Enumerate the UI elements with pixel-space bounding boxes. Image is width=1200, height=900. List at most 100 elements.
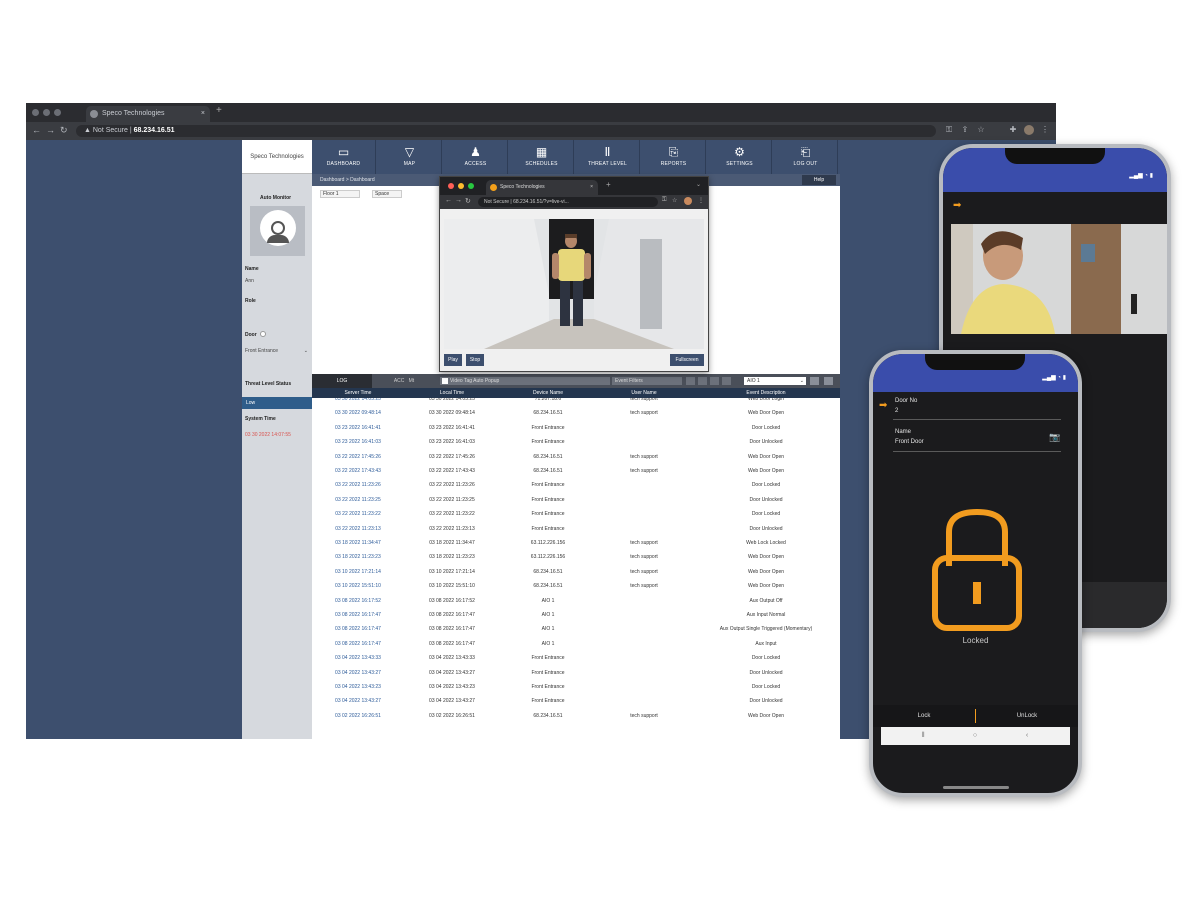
table-row[interactable]: 03 08 2022 16:17:47 03 08 2022 16:17:47 AI…	[312, 622, 840, 636]
nav-threat-level[interactable]: Ⅱ THREAT LEVEL	[576, 140, 640, 174]
table-row[interactable]: 03 08 2022 16:17:47 03 08 2022 16:17:47 AI…	[312, 608, 840, 622]
table-row[interactable]: 03 22 2022 17:45:26 03 22 2022 17:45:26 68…	[312, 450, 840, 464]
popup-url-field[interactable]: Not Secure | 68.234.16.51/?v=live-vi...	[478, 197, 658, 207]
url-field[interactable]: ▲ Not Secure | 68.234.16.51	[76, 125, 936, 137]
popup-profile-avatar[interactable]	[684, 197, 692, 205]
table-row[interactable]: 03 10 2022 17:21:14 03 10 2022 17:21:14 68…	[312, 565, 840, 579]
home-indicator[interactable]	[943, 786, 1009, 789]
popup-back-icon[interactable]: ←	[445, 197, 452, 204]
tab-close-icon[interactable]: ×	[201, 106, 205, 122]
table-row[interactable]: 03 22 2022 11:23:25 03 22 2022 11:23:25 Fr…	[312, 493, 840, 507]
fullscreen-button[interactable]: Fullscreen	[670, 354, 704, 366]
back-icon[interactable]: ‹	[1017, 727, 1037, 745]
table-row[interactable]: 03 04 2022 13:43:23 03 04 2022 13:43:23 Fr…	[312, 680, 840, 694]
popup-star-icon[interactable]: ☆	[672, 197, 677, 204]
popup-close-dot[interactable]	[448, 183, 454, 189]
popup-key-icon[interactable]: ⚿	[662, 197, 667, 204]
popup-tab[interactable]: Speco Technologies ×	[486, 180, 598, 195]
popup-forward-icon[interactable]: →	[455, 197, 462, 204]
star-icon[interactable]: ☆	[976, 125, 986, 135]
stop-button[interactable]: Stop	[466, 354, 484, 366]
phone-front-back-arrow-icon[interactable]: ➡	[879, 400, 887, 411]
export-button[interactable]	[810, 377, 819, 385]
phone-back-video-feed[interactable]	[951, 224, 1167, 334]
nav-settings[interactable]: ⚙ SETTINGS	[708, 140, 772, 174]
floor-select[interactable]: Floor 1	[320, 190, 360, 198]
column-header[interactable]: Device Name	[500, 388, 596, 398]
table-row[interactable]: 03 10 2022 15:51:10 03 10 2022 15:51:10 68…	[312, 579, 840, 593]
log-table-body[interactable]: 03 30 2022 14:05:25 03 30 2022 14:05:25 71…	[312, 398, 840, 739]
popup-chevron-down-icon[interactable]: ⌄	[696, 181, 701, 188]
play-button[interactable]: Play	[444, 354, 462, 366]
column-header[interactable]: User Name	[596, 388, 692, 398]
column-header[interactable]: Server Time	[312, 388, 404, 398]
table-row[interactable]: 03 23 2022 16:41:41 03 23 2022 16:41:41 Fr…	[312, 421, 840, 435]
table-row[interactable]: 03 08 2022 16:17:52 03 08 2022 16:17:52 AI…	[312, 594, 840, 608]
filter-button-3[interactable]	[710, 377, 719, 385]
table-row[interactable]: 03 22 2022 17:43:43 03 22 2022 17:43:43 68…	[312, 464, 840, 478]
lock-button[interactable]: Lock	[873, 705, 975, 727]
key-icon[interactable]: ⚿	[944, 125, 954, 135]
padlock-locked-icon[interactable]	[929, 506, 1025, 632]
filter-button-4[interactable]	[722, 377, 731, 385]
popup-minimize-dot[interactable]	[458, 183, 464, 189]
back-icon[interactable]: ←	[32, 125, 41, 135]
filter-button-1[interactable]	[686, 377, 695, 385]
space-select[interactable]: Space	[372, 190, 402, 198]
video-popup-checkbox[interactable]: Video Tag Auto Popup	[440, 377, 610, 385]
help-button[interactable]: Help	[802, 175, 836, 185]
table-row[interactable]: 03 22 2022 11:23:13 03 22 2022 11:23:13 Fr…	[312, 522, 840, 536]
extensions-icon[interactable]: ✚	[1008, 125, 1018, 135]
filter-button-2[interactable]	[698, 377, 707, 385]
browser-tab[interactable]: Speco Technologies ×	[86, 106, 210, 122]
column-header[interactable]: Event Description	[692, 388, 840, 398]
nav-access[interactable]: ♟ ACCESS	[444, 140, 508, 174]
access-icon: ♟	[470, 145, 481, 159]
reload-icon[interactable]: ↻	[60, 125, 68, 136]
table-row[interactable]: 03 04 2022 13:43:27 03 04 2022 13:43:27 Fr…	[312, 666, 840, 680]
nav-schedules[interactable]: ▦ SCHEDULES	[510, 140, 574, 174]
popup-new-tab-icon[interactable]: +	[606, 180, 611, 189]
phone-back-back-arrow-icon[interactable]: ➡	[953, 200, 961, 211]
table-row[interactable]: 03 30 2022 09:48:14 03 30 2022 09:48:14 68…	[312, 406, 840, 420]
window-minimize-dot[interactable]	[43, 109, 50, 116]
live-video-feed[interactable]	[444, 219, 704, 349]
settings-button[interactable]	[824, 377, 833, 385]
popup-maximize-dot[interactable]	[468, 183, 474, 189]
door-toggle[interactable]	[260, 331, 266, 337]
table-row[interactable]: 03 18 2022 11:23:23 03 18 2022 11:23:23 63…	[312, 550, 840, 564]
tab-log[interactable]: LOG	[312, 374, 372, 388]
camera-icon[interactable]: 📷	[1049, 432, 1060, 443]
table-row[interactable]: 03 22 2022 11:23:22 03 22 2022 11:23:22 Fr…	[312, 507, 840, 521]
table-row[interactable]: 03 30 2022 14:05:25 03 30 2022 14:05:25 71…	[312, 398, 840, 406]
column-header[interactable]: Local Time	[404, 388, 500, 398]
door-select[interactable]: Front Entrance ⌄	[245, 348, 311, 354]
table-row[interactable]: 03 08 2022 16:17:47 03 08 2022 16:17:47 AI…	[312, 637, 840, 651]
profile-avatar[interactable]	[1024, 125, 1034, 135]
share-icon[interactable]: ⇪	[960, 125, 970, 135]
table-row[interactable]: 03 02 2022 16:26:51 03 02 2022 16:26:51 68…	[312, 709, 840, 723]
popup-tab-close-icon[interactable]: ×	[590, 180, 593, 195]
window-maximize-dot[interactable]	[54, 109, 61, 116]
table-row[interactable]: 03 22 2022 11:23:26 03 22 2022 11:23:26 Fr…	[312, 478, 840, 492]
device-select[interactable]: AIO 1 ⌄	[744, 377, 806, 385]
table-row[interactable]: 03 04 2022 13:43:27 03 04 2022 13:43:27 Fr…	[312, 694, 840, 708]
forward-icon[interactable]: →	[46, 125, 55, 135]
unlock-button[interactable]: UnLock	[976, 705, 1078, 727]
table-row[interactable]: 03 18 2022 11:34:47 03 18 2022 11:34:47 63…	[312, 536, 840, 550]
recent-apps-icon[interactable]: ⦀	[913, 727, 933, 745]
nav-reports[interactable]: ⎘ REPORTS	[642, 140, 706, 174]
new-tab-button[interactable]: +	[216, 105, 222, 116]
table-row[interactable]: 03 23 2022 16:41:03 03 23 2022 16:41:03 Fr…	[312, 435, 840, 449]
menu-kebab-icon[interactable]: ⋮	[1040, 125, 1050, 135]
table-row[interactable]: 03 04 2022 13:43:33 03 04 2022 13:43:33 Fr…	[312, 651, 840, 665]
nav-dashboard[interactable]: ▭ DASHBOARD	[312, 140, 376, 174]
popup-reload-icon[interactable]: ↻	[465, 197, 471, 205]
tab-access[interactable]: ACC Mt	[374, 374, 434, 388]
home-icon[interactable]: ○	[965, 727, 985, 745]
nav-map[interactable]: ▽ MAP	[378, 140, 442, 174]
popup-menu-kebab-icon[interactable]: ⋮	[698, 197, 704, 204]
nav-log-out[interactable]: ⎗ LOG OUT	[774, 140, 838, 174]
window-close-dot[interactable]	[32, 109, 39, 116]
event-filter-select[interactable]: Event Filters	[612, 377, 682, 385]
